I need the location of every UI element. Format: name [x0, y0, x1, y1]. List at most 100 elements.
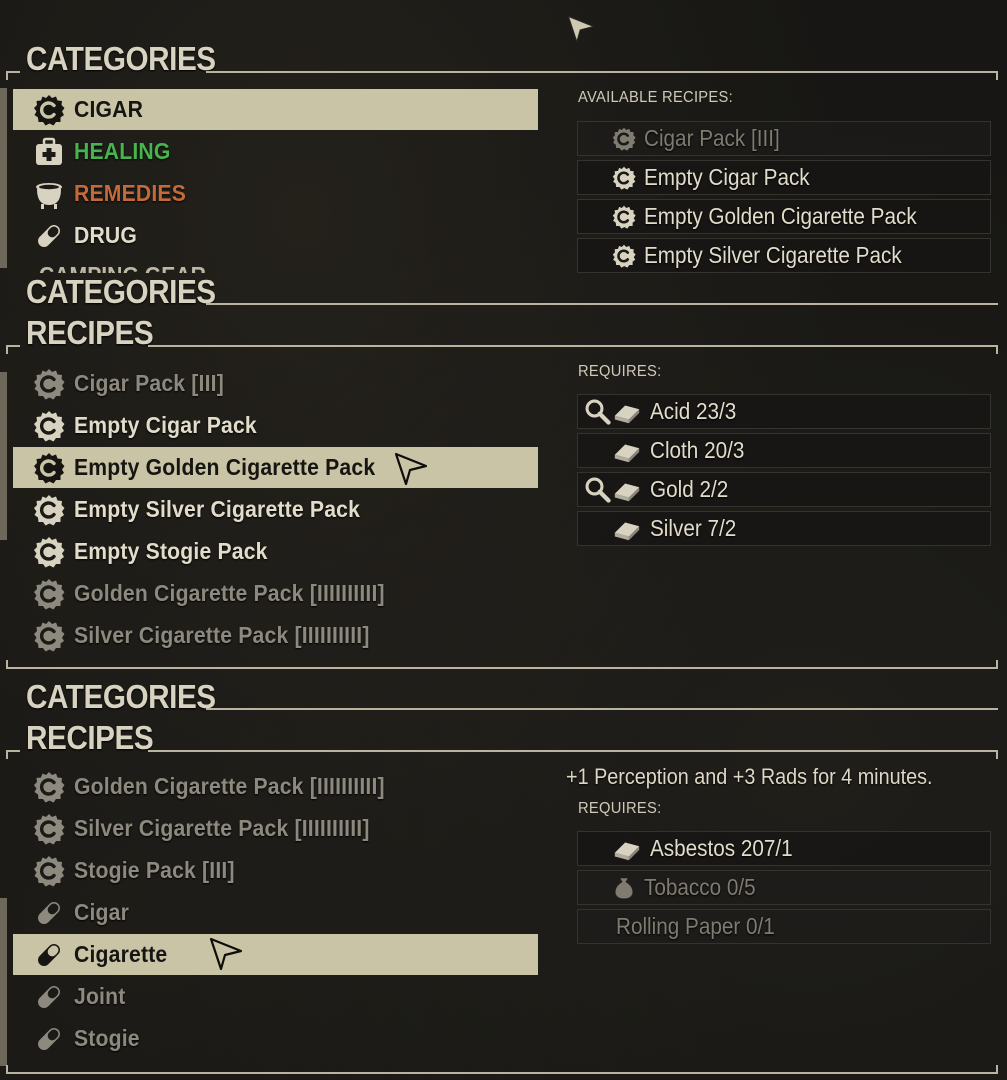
frame-corner — [996, 1065, 998, 1074]
category-healing[interactable]: HEALING — [13, 131, 538, 172]
category-cigar[interactable]: CIGAR — [13, 89, 538, 130]
pill-icon — [33, 1023, 65, 1055]
frame-corner — [6, 71, 8, 80]
recipe-label: Cigar Pack [III] — [644, 125, 780, 151]
crafting-panel-recipes: CATEGORIES RECIPES Cigar Pack [III] Empt… — [0, 273, 1007, 678]
recipe-scrollbar[interactable] — [0, 372, 7, 540]
frame-corner — [6, 345, 8, 354]
recipe-item[interactable]: Stogie Pack [III] — [13, 850, 538, 891]
recipe-item[interactable]: Empty Cigar Pack — [13, 405, 538, 446]
recipe-item-selected[interactable]: Empty Golden Cigarette Pack — [13, 447, 538, 488]
requirement-label: Silver 7/2 — [650, 515, 737, 541]
cigar-badge-icon — [33, 536, 65, 568]
frame-corner — [6, 1065, 8, 1074]
recipe-label: Empty Cigar Pack — [644, 164, 810, 190]
recipe-item[interactable]: Empty Stogie Pack — [13, 531, 538, 572]
recipe-label: Silver Cigarette Pack [IIIIIIIIII] — [74, 815, 370, 841]
recipe-label: Empty Golden Cigarette Pack — [644, 203, 917, 229]
frame-corner — [996, 345, 998, 354]
frame-bottom-line — [6, 1072, 998, 1074]
recipe-item[interactable]: Joint — [13, 976, 538, 1017]
recipe-label: Stogie — [74, 1025, 140, 1051]
available-recipe-row[interactable]: Cigar Pack [III] — [577, 121, 991, 156]
sack-icon — [612, 876, 636, 900]
recipe-scrollbar[interactable] — [0, 898, 7, 1066]
recipe-item[interactable]: Empty Silver Cigarette Pack — [13, 489, 538, 530]
recipes-heading: RECIPES — [26, 314, 154, 351]
junk-bar-icon — [612, 436, 642, 466]
requirement-row[interactable]: Cloth 20/3 — [577, 433, 991, 468]
available-recipe-row[interactable]: Empty Golden Cigarette Pack — [577, 199, 991, 234]
junk-bar-icon — [612, 475, 642, 505]
medkit-icon — [33, 136, 65, 168]
category-label: CIGAR — [74, 96, 144, 122]
recipe-item[interactable]: Silver Cigarette Pack [IIIIIIIIII] — [13, 808, 538, 849]
available-recipe-row[interactable]: Empty Cigar Pack — [577, 160, 991, 195]
recipe-item[interactable]: Cigar Pack [III] — [13, 363, 538, 404]
recipe-item[interactable]: Cigar — [13, 892, 538, 933]
available-recipe-row[interactable]: Empty Silver Cigarette Pack — [577, 238, 991, 273]
category-camping-gear-clipped[interactable]: CAMPING GEAR — [39, 262, 206, 273]
cigar-badge-icon — [33, 620, 65, 652]
recipes-heading: RECIPES — [26, 719, 154, 756]
frame-top-line — [148, 750, 998, 752]
category-scrollbar[interactable] — [0, 88, 7, 268]
frame-corner — [996, 750, 998, 759]
requires-label: REQUIRES: — [578, 800, 662, 817]
requirement-label: Tobacco 0/5 — [644, 874, 756, 900]
recipe-item[interactable]: Golden Cigarette Pack [IIIIIIIIII] — [13, 573, 538, 614]
junk-bar-icon — [612, 397, 642, 427]
search-icon[interactable] — [584, 476, 612, 504]
search-icon[interactable] — [584, 398, 612, 426]
recipe-label: Stogie Pack [III] — [74, 857, 235, 883]
requirement-row[interactable]: Tobacco 0/5 — [577, 870, 991, 905]
frame-corner — [6, 750, 8, 759]
requirement-row[interactable]: Silver 7/2 — [577, 511, 991, 546]
cigar-badge-icon — [33, 855, 65, 887]
recipe-item[interactable]: Silver Cigarette Pack [IIIIIIIIII] — [13, 615, 538, 656]
pill-icon — [33, 220, 65, 252]
recipe-label: Joint — [74, 983, 126, 1009]
mouse-cursor-icon — [208, 936, 244, 972]
requirement-row[interactable]: Rolling Paper 0/1 — [577, 909, 991, 944]
frame-top-line — [148, 345, 998, 347]
frame-top-line — [6, 750, 20, 752]
recipe-label: Golden Cigarette Pack [IIIIIIIIII] — [74, 773, 385, 799]
requires-label: REQUIRES: — [578, 363, 662, 380]
cigar-badge-icon — [33, 813, 65, 845]
mouse-cursor-icon — [566, 14, 596, 44]
recipe-item[interactable]: Golden Cigarette Pack [IIIIIIIIII] — [13, 766, 538, 807]
recipe-label: Empty Golden Cigarette Pack — [74, 454, 376, 480]
requirement-row[interactable]: Gold 2/2 — [577, 472, 991, 507]
recipe-label: Empty Cigar Pack — [74, 412, 257, 438]
category-remedies[interactable]: REMEDIES — [13, 173, 538, 214]
requirement-row[interactable]: Acid 23/3 — [577, 394, 991, 429]
category-label: REMEDIES — [74, 180, 186, 206]
junk-bar-icon — [612, 834, 642, 864]
recipe-label: Empty Stogie Pack — [74, 538, 268, 564]
category-label: DRUG — [74, 222, 138, 248]
cigar-badge-icon — [612, 205, 636, 229]
cigar-badge-icon — [33, 94, 65, 126]
frame-line — [206, 303, 998, 305]
frame-corner — [996, 71, 998, 80]
pill-icon — [33, 939, 65, 971]
mouse-cursor-icon — [393, 451, 429, 487]
recipe-label: Golden Cigarette Pack [IIIIIIIIII] — [74, 580, 385, 606]
frame-top-line — [206, 71, 998, 73]
recipe-label: Cigar — [74, 899, 130, 925]
category-label: HEALING — [74, 138, 171, 164]
crafting-panel-recipes-drug: CATEGORIES RECIPES Golden Cigarette Pack… — [0, 678, 1007, 1080]
requirement-row[interactable]: Asbestos 207/1 — [577, 831, 991, 866]
recipe-item[interactable]: Stogie — [13, 1018, 538, 1059]
cigar-badge-icon — [33, 494, 65, 526]
recipe-label: Empty Silver Cigarette Pack — [74, 496, 361, 522]
recipe-label: Empty Silver Cigarette Pack — [644, 242, 902, 268]
cigar-badge-icon — [33, 410, 65, 442]
cigar-badge-icon — [33, 452, 65, 484]
categories-heading: CATEGORIES — [26, 40, 216, 77]
junk-bar-icon — [612, 514, 642, 544]
recipe-item-selected[interactable]: Cigarette — [13, 934, 538, 975]
category-drug[interactable]: DRUG — [13, 215, 538, 256]
frame-top-line — [6, 345, 20, 347]
